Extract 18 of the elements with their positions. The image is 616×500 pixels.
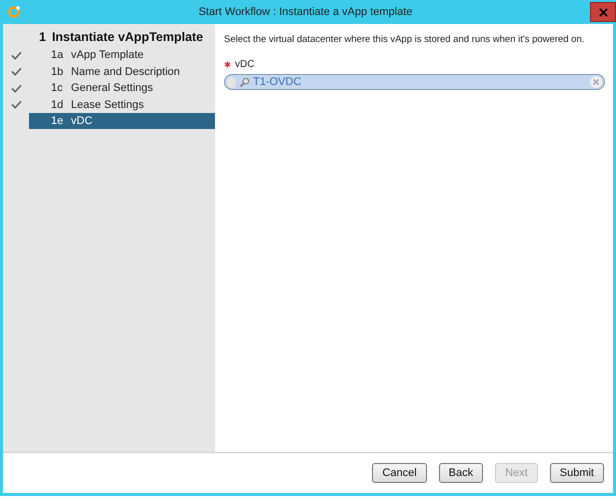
- dialog-button[interactable]: Cancel: [372, 463, 427, 483]
- dialog-button[interactable]: Back: [438, 463, 484, 483]
- window-title: Start Workflow : Instantiate a vApp template: [198, 6, 414, 18]
- step-item[interactable]: 1c General Settings: [29, 80, 215, 96]
- step-item[interactable]: 1e vDC: [29, 113, 215, 130]
- step-item[interactable]: 1d Lease Settings: [29, 96, 215, 113]
- step-item[interactable]: 1b Name and Description: [29, 64, 215, 80]
- step-item[interactable]: 1a vApp Template: [29, 47, 215, 64]
- info-icon: [227, 76, 236, 88]
- step-number: 1: [39, 30, 46, 44]
- search-icon: [239, 76, 250, 88]
- description-text: Select the virtual datacenter where this vApp is stored and runs when it's powered on.: [224, 34, 586, 45]
- close-icon: [598, 8, 608, 16]
- step-title: Instantiate vAppTemplate: [52, 30, 204, 44]
- ring-logo-icon: [7, 5, 21, 19]
- dialog-button[interactable]: Submit: [550, 463, 604, 483]
- field-label: vDC: [235, 59, 254, 70]
- close-button[interactable]: [590, 2, 616, 22]
